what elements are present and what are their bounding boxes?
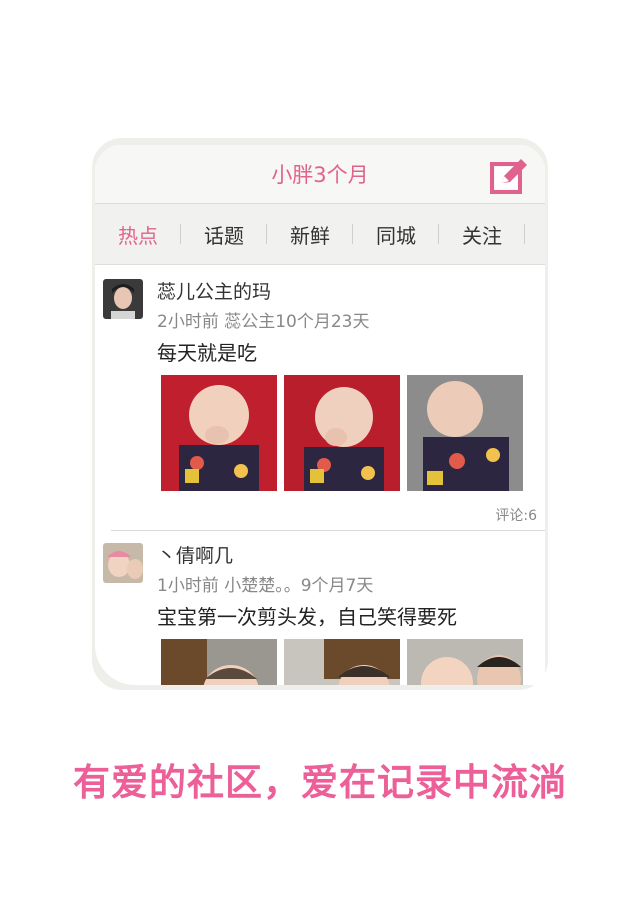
- tab-topics[interactable]: 话题: [181, 220, 267, 249]
- page-title: 小胖3个月: [271, 163, 369, 187]
- baby-photo[interactable]: [407, 375, 523, 491]
- tab-following[interactable]: 关注: [439, 220, 525, 249]
- tab-hot[interactable]: 热点: [95, 220, 181, 249]
- app-screen: 小胖3个月 热点 话题 新鲜 同城 关注 同 蕊儿公主的玛 2小时前 蕊公主10…: [95, 145, 545, 685]
- comment-count[interactable]: 评论:6: [495, 505, 537, 525]
- baby-photo[interactable]: [284, 375, 400, 491]
- tab-local[interactable]: 同城: [353, 220, 439, 249]
- tab-fresh[interactable]: 新鲜: [267, 220, 353, 249]
- category-tabs: 热点 话题 新鲜 同城 关注 同: [95, 204, 545, 265]
- post-content: 每天就是吃: [157, 341, 257, 365]
- baby-photo[interactable]: [407, 639, 523, 685]
- post-author[interactable]: 丶倩啊几: [157, 541, 233, 568]
- post-meta: 2小时前 蕊公主10个月23天: [157, 312, 370, 332]
- post-meta: 1小时前 小楚楚。。9个月7天: [157, 576, 374, 596]
- post-photos: [161, 375, 523, 491]
- post-photos: [161, 639, 523, 685]
- feed-post[interactable]: 丶倩啊几 1小时前 小楚楚。。9个月7天 宝宝第一次剪头发，自己笑得要死: [95, 531, 545, 685]
- post-author[interactable]: 蕊儿公主的玛: [157, 277, 271, 304]
- feed-post[interactable]: 蕊儿公主的玛 2小时前 蕊公主10个月23天 每天就是吃 评论:6: [95, 265, 545, 530]
- baby-photo[interactable]: [161, 375, 277, 491]
- post-content: 宝宝第一次剪头发，自己笑得要死: [157, 605, 457, 629]
- tab-partial[interactable]: 同: [525, 220, 545, 249]
- slogan: 有爱的社区，爱在记录中流淌: [73, 761, 567, 804]
- app-header: 小胖3个月: [95, 145, 545, 204]
- baby-photo[interactable]: [161, 639, 277, 685]
- edit-icon[interactable]: [489, 155, 529, 195]
- avatar[interactable]: [103, 279, 143, 319]
- avatar[interactable]: [103, 543, 143, 583]
- baby-photo[interactable]: [284, 639, 400, 685]
